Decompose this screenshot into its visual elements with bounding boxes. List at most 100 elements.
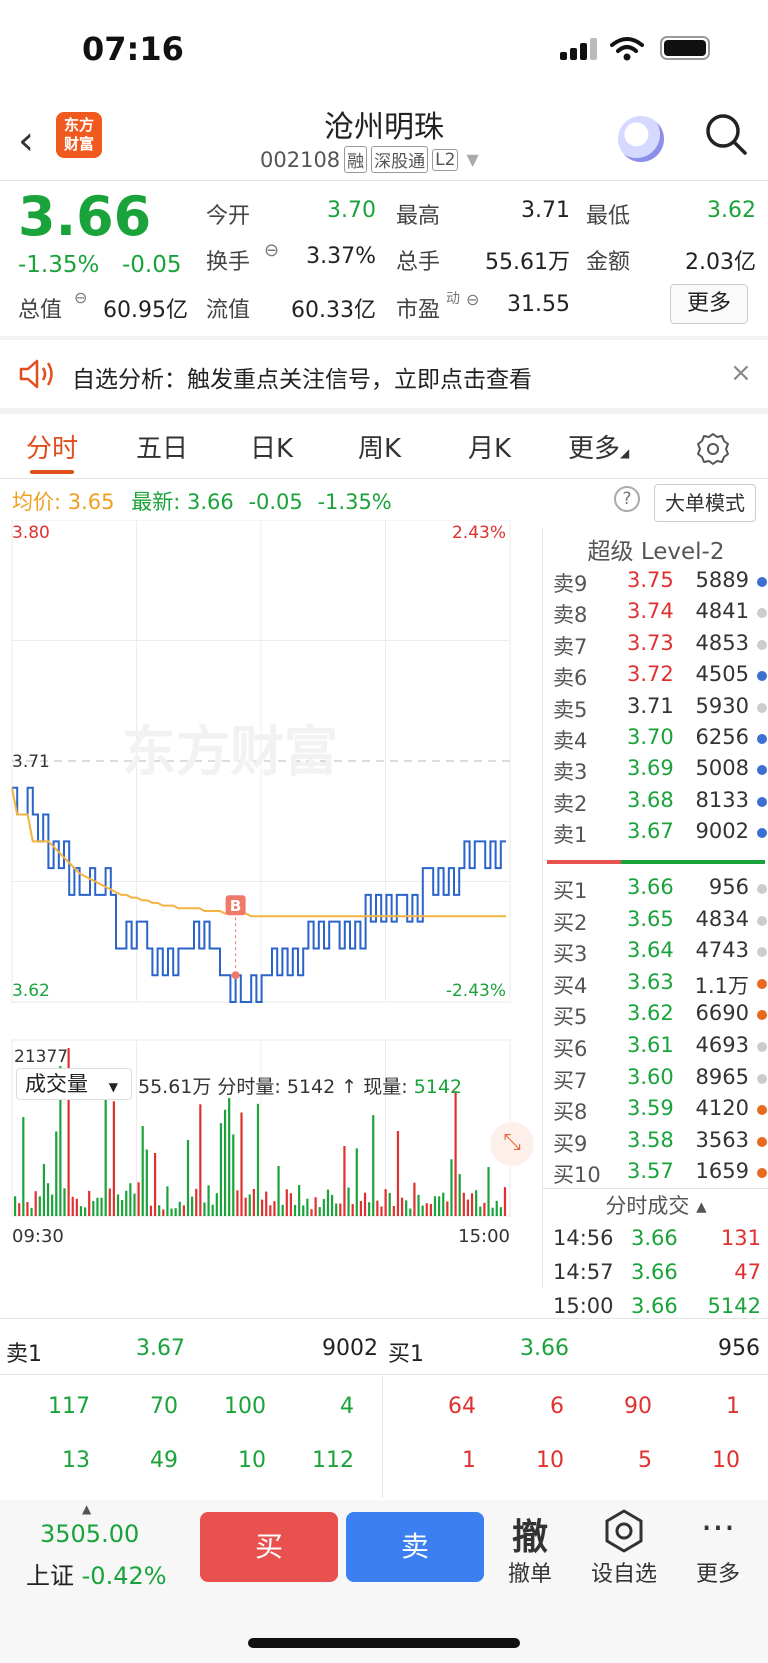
bid-row[interactable]: 买6 3.61 4693	[543, 1033, 768, 1064]
ask-row[interactable]: 卖7 3.73 4853	[543, 631, 768, 662]
tab-more[interactable]: 更多◢	[568, 428, 629, 465]
volume-bar	[30, 1207, 33, 1216]
ask-row[interactable]: 卖2 3.68 8133	[543, 788, 768, 819]
bid-volume: 956	[708, 875, 749, 899]
ask-row[interactable]: 卖4 3.70 6256	[543, 725, 768, 756]
add-watchlist-button[interactable]: 设自选	[584, 1508, 664, 1588]
stock-code-line[interactable]: 002108 融 深股通 L2 ▼	[260, 146, 479, 173]
tab-five-day[interactable]: 五日	[136, 428, 188, 465]
big-order-mode-button[interactable]: 大单模式	[654, 484, 756, 522]
bid-row[interactable]: 买2 3.65 4834	[543, 907, 768, 938]
volume-bar	[335, 1203, 338, 1216]
pct-top-label: 2.43%	[452, 523, 506, 543]
ask-row[interactable]: 卖3 3.69 5008	[543, 756, 768, 787]
ask-row[interactable]: 卖9 3.75 5889	[543, 568, 768, 599]
volume-bar	[376, 1200, 379, 1216]
tab-monthly-k[interactable]: 月K	[468, 428, 511, 465]
volume-bar	[46, 1183, 50, 1216]
search-icon[interactable]	[704, 112, 748, 156]
amount-value: 2.03亿	[685, 250, 756, 275]
ask-row[interactable]: 卖8 3.74 4841	[543, 599, 768, 630]
mktcap-label: 总值	[18, 298, 63, 323]
bid-row[interactable]: 买10 3.57 1659	[543, 1159, 768, 1190]
volume-bar	[438, 1196, 441, 1216]
tab-intraday[interactable]: 分时	[26, 428, 78, 465]
bid-order-size: 1	[462, 1448, 476, 1473]
volume-bar	[273, 1201, 276, 1216]
close-icon[interactable]: ×	[730, 358, 752, 388]
volume-bar	[166, 1186, 169, 1216]
bid-row[interactable]: 买4 3.63 1.1万	[543, 970, 768, 1001]
order-dot-icon	[757, 1168, 767, 1179]
bid-row[interactable]: 买1 3.66 956	[543, 875, 768, 906]
info-icon[interactable]: ⊖	[466, 290, 479, 309]
volume-bar	[162, 1209, 165, 1216]
divider	[0, 408, 768, 414]
open-value: 3.70	[327, 198, 376, 223]
bid-label: 买1	[553, 879, 588, 903]
more-button[interactable]: ··· 更多	[678, 1508, 758, 1588]
last-price: 3.66	[18, 185, 152, 248]
info-icon[interactable]: ⊖	[264, 240, 279, 261]
indicator-select[interactable]: 成交量 ▼	[16, 1068, 132, 1100]
ask-order-size: 70	[150, 1394, 178, 1419]
volume-bar	[462, 1192, 465, 1216]
volume-bar	[79, 1206, 83, 1216]
volume-bar	[405, 1200, 408, 1216]
volume-bar	[228, 1098, 231, 1216]
volume-bar	[277, 1166, 280, 1216]
tab-daily-k[interactable]: 日K	[250, 428, 293, 465]
intraday-chart[interactable]: 东方财富 3.80 3.71 3.62 2.43% -2.43% B 21377 09:30 15…	[0, 520, 542, 1300]
ask-row[interactable]: 卖5 3.71 5930	[543, 694, 768, 725]
book-ask-price: 3.67	[136, 1336, 185, 1361]
volume-bar	[388, 1192, 391, 1216]
volume-info-text: 55.61万 分时量: 5142 ↑ 现量:	[138, 1076, 408, 1098]
volume-info: 55.61万 分时量: 5142 ↑ 现量: 5142	[138, 1072, 462, 1099]
bid-price: 3.58	[627, 1127, 674, 1152]
help-icon[interactable]: ?	[614, 486, 640, 512]
hexagon-icon	[584, 1508, 664, 1556]
bid-row[interactable]: 买7 3.60 8965	[543, 1065, 768, 1096]
settings-gear-icon[interactable]	[696, 432, 730, 466]
bid-row[interactable]: 买5 3.62 6690	[543, 1001, 768, 1032]
tab-weekly-k[interactable]: 周K	[358, 428, 401, 465]
series-avg-line	[11, 787, 506, 918]
book-bid-label: 买1	[388, 1342, 424, 1367]
bid-row[interactable]: 买8 3.59 4120	[543, 1096, 768, 1127]
bid-row[interactable]: 买3 3.64 4743	[543, 938, 768, 969]
cancel-order-button[interactable]: 撤 撤单	[490, 1508, 570, 1588]
bid-row[interactable]: 买9 3.58 3563	[543, 1128, 768, 1159]
turnover-value: 3.37%	[306, 244, 376, 269]
notice-banner[interactable]: 自选分析：触发重点关注信号，立即点击查看 ×	[0, 340, 768, 408]
volume-bar	[409, 1208, 412, 1216]
volume-bar	[454, 1091, 457, 1216]
quote-more-button[interactable]: 更多	[670, 284, 748, 324]
volume-bar	[314, 1197, 317, 1216]
bid-price: 3.66	[627, 875, 674, 899]
volume-bar	[298, 1184, 301, 1216]
tick-price: 3.66	[631, 1260, 678, 1284]
ask-price: 3.73	[627, 630, 674, 655]
index-line[interactable]: 上证 -0.42%	[26, 1556, 167, 1591]
buy-button[interactable]: 买	[200, 1512, 338, 1582]
ask-row[interactable]: 卖6 3.72 4505	[543, 662, 768, 693]
avg-value: 3.65	[67, 490, 115, 514]
ask-row[interactable]: 卖1 3.67 9002	[543, 819, 768, 850]
latest-change: -0.05	[248, 490, 303, 514]
expand-icon[interactable]: ⤡	[490, 1122, 534, 1166]
series-price-line	[12, 786, 506, 1003]
volume-bar	[318, 1207, 321, 1216]
info-icon[interactable]: ⊖	[74, 288, 87, 307]
volume-bar	[384, 1189, 387, 1216]
sell-button[interactable]: 卖	[346, 1512, 484, 1582]
bid-price: 3.64	[627, 938, 674, 963]
up-caret-icon: ▲	[82, 1502, 92, 1516]
assistant-robot-icon[interactable]	[618, 116, 664, 162]
index-value[interactable]: 3505.00	[40, 1520, 139, 1548]
volume-bar	[158, 1205, 161, 1216]
ticks-title[interactable]: 分时成交 ▴	[543, 1188, 768, 1222]
volume-bar	[63, 1188, 66, 1216]
order-dot-icon	[757, 577, 767, 587]
notice-text: 自选分析：触发重点关注信号，立即点击查看	[72, 367, 532, 393]
tag-connect: 深股通	[371, 146, 429, 173]
